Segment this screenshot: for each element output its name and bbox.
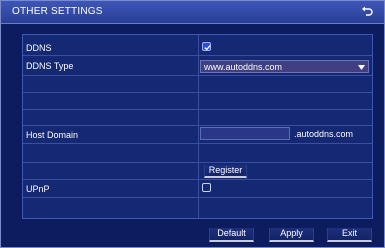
- default-button[interactable]: Default: [209, 228, 254, 242]
- row-divider: [23, 143, 372, 144]
- row-divider: [23, 55, 372, 56]
- upnp-label: UPnP: [26, 184, 50, 194]
- ddns-type-select[interactable]: www.autoddns.com: [200, 60, 369, 73]
- row-divider: [23, 125, 372, 126]
- settings-panel: DDNS DDNS Type www.autoddns.com Host Dom…: [22, 34, 373, 219]
- window-title: OTHER SETTINGS: [12, 6, 103, 17]
- row-divider: [23, 109, 372, 110]
- back-arrow-icon[interactable]: [360, 4, 374, 18]
- checkmark-icon: [204, 45, 211, 51]
- column-divider: [198, 35, 199, 218]
- row-divider: [23, 75, 372, 76]
- ddns-type-label: DDNS Type: [26, 61, 74, 71]
- upnp-checkbox[interactable]: [202, 183, 211, 192]
- register-button[interactable]: Register: [204, 165, 247, 178]
- host-domain-label: Host Domain: [26, 130, 79, 140]
- title-bar: OTHER SETTINGS: [1, 1, 384, 24]
- ddns-label: DDNS: [26, 43, 52, 53]
- dropdown-arrow-icon: [358, 65, 365, 70]
- row-divider: [23, 162, 372, 163]
- ddns-checkbox[interactable]: [202, 42, 211, 51]
- row-divider: [23, 197, 372, 198]
- row-divider: [23, 179, 372, 180]
- ddns-type-value: www.autoddns.com: [204, 62, 283, 72]
- exit-button[interactable]: Exit: [327, 228, 372, 242]
- host-domain-input[interactable]: [200, 127, 290, 140]
- row-divider: [23, 92, 372, 93]
- host-domain-suffix: .autoddns.com: [294, 129, 354, 139]
- other-settings-window: OTHER SETTINGS DDNS DDNS Type www.autodd…: [0, 0, 385, 248]
- apply-button[interactable]: Apply: [269, 228, 314, 242]
